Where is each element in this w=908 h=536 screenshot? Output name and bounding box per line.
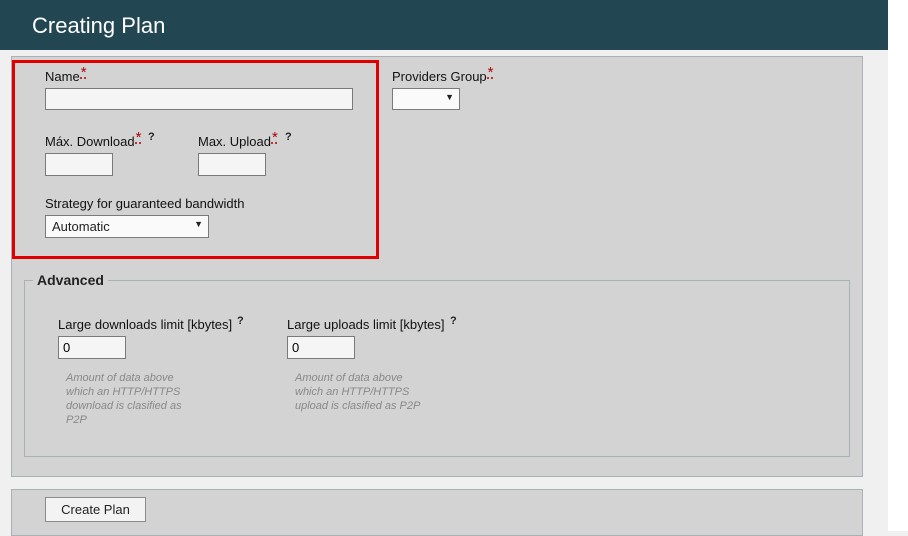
advanced-legend: Advanced: [33, 272, 108, 288]
required-marker: *: [135, 129, 142, 146]
large-uploads-label: Large uploads limit [kbytes]: [287, 317, 445, 332]
max-download-help-icon[interactable]: ?: [148, 131, 155, 143]
dropdown-arrow-icon: ▼: [194, 219, 203, 229]
large-downloads-label: Large downloads limit [kbytes]: [58, 317, 233, 332]
page-header: Creating Plan: [0, 0, 888, 50]
strategy-select[interactable]: Automatic ▼: [45, 215, 209, 238]
providers-group-select[interactable]: ▼: [392, 88, 460, 110]
providers-group-label: Providers Group*: [392, 64, 494, 85]
required-marker: *: [271, 129, 278, 146]
providers-group-label-text: Providers Group: [392, 69, 487, 84]
max-download-label: Máx. Download*: [45, 129, 141, 150]
max-upload-label-text: Max. Upload: [198, 134, 271, 149]
large-downloads-hint: Amount of data above which an HTTP/HTTPS…: [66, 371, 182, 427]
hint-line: which an HTTP/HTTPS: [66, 386, 181, 398]
max-upload-help-icon[interactable]: ?: [285, 131, 292, 143]
create-plan-button[interactable]: Create Plan: [45, 497, 146, 522]
hint-line: which an HTTP/HTTPS: [295, 386, 410, 398]
required-marker: *: [80, 64, 87, 81]
max-download-label-text: Máx. Download: [45, 134, 135, 149]
hint-line: download is clasified as: [66, 400, 182, 412]
large-downloads-help-icon[interactable]: ?: [237, 315, 244, 327]
name-input[interactable]: [45, 88, 353, 110]
scroll-gutter: [888, 0, 908, 531]
name-label: Name*: [45, 64, 87, 85]
max-upload-input[interactable]: [198, 153, 266, 176]
large-uploads-hint: Amount of data above which an HTTP/HTTPS…: [295, 371, 420, 413]
hint-line: upload is clasified as P2P: [295, 400, 421, 412]
dropdown-arrow-icon: ▼: [445, 92, 454, 102]
required-marker: *: [487, 64, 494, 81]
name-label-text: Name: [45, 69, 80, 84]
strategy-label: Strategy for guaranteed bandwidth: [45, 196, 245, 211]
large-uploads-help-icon[interactable]: ?: [450, 315, 457, 327]
advanced-fieldset: [24, 280, 850, 457]
strategy-value: Automatic: [52, 219, 110, 234]
hint-line: Amount of data above: [295, 372, 403, 384]
large-uploads-input[interactable]: [287, 336, 355, 359]
hint-line: P2P: [66, 414, 87, 426]
hint-line: Amount of data above: [66, 372, 174, 384]
large-downloads-input[interactable]: [58, 336, 126, 359]
max-download-input[interactable]: [45, 153, 113, 176]
max-upload-label: Max. Upload*: [198, 129, 278, 150]
page-title: Creating Plan: [32, 13, 166, 38]
